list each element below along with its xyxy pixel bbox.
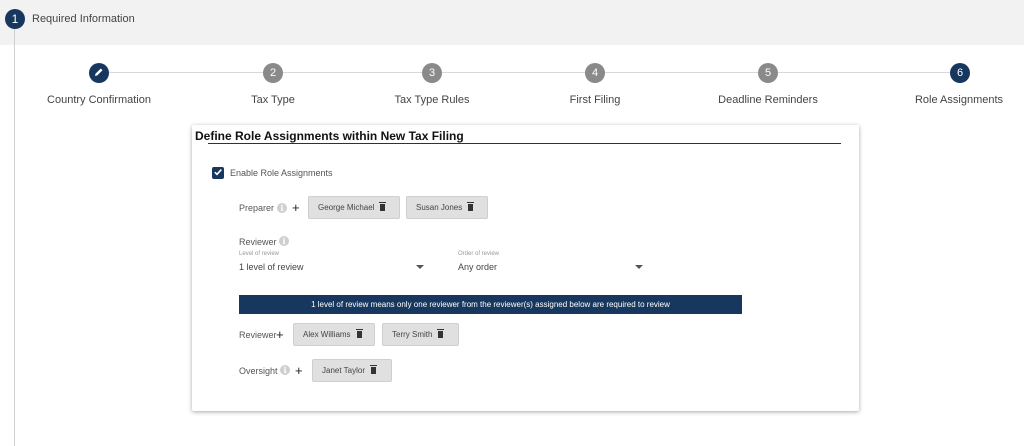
step-tax-type[interactable]: 2 bbox=[263, 63, 283, 83]
pencil-icon bbox=[94, 67, 104, 80]
oversight-info-icon[interactable]: i bbox=[280, 365, 290, 375]
order-of-review-dropdown-icon[interactable] bbox=[635, 265, 643, 269]
required-information-header[interactable]: 1 Required Information bbox=[0, 0, 1024, 45]
role-assignments-card: Define Role Assignments within New Tax F… bbox=[192, 125, 859, 411]
stepper-connector bbox=[283, 72, 423, 73]
step-label-first-filing: First Filing bbox=[569, 94, 621, 106]
reviewer-section-label: Reviewer bbox=[239, 237, 277, 247]
review-info-banner: 1 level of review means only one reviewe… bbox=[239, 295, 742, 314]
level-of-review-label: Level of review bbox=[239, 251, 280, 257]
stepper-connector bbox=[442, 72, 585, 73]
chip-label: Susan Jones bbox=[416, 203, 463, 212]
trash-icon[interactable] bbox=[467, 202, 475, 211]
step-country-confirmation[interactable] bbox=[89, 63, 109, 83]
preparer-info-icon[interactable]: i bbox=[277, 203, 287, 213]
trash-icon[interactable] bbox=[355, 329, 363, 338]
title-divider bbox=[208, 143, 841, 144]
section-title: Required Information bbox=[32, 13, 135, 25]
add-oversight-button[interactable]: + bbox=[295, 364, 303, 377]
chip-label: Janet Taylor bbox=[322, 366, 365, 375]
add-reviewer-button[interactable]: + bbox=[276, 328, 284, 341]
step-label-tax-type: Tax Type bbox=[251, 94, 295, 106]
timeline-line bbox=[14, 29, 15, 446]
enable-role-assignments-label: Enable Role Assignments bbox=[230, 168, 333, 178]
stepper-connector bbox=[605, 72, 758, 73]
reviewer-chip[interactable]: Terry Smith bbox=[382, 323, 459, 346]
stepper-connector bbox=[108, 72, 263, 73]
preparer-chip[interactable]: George Michael bbox=[308, 196, 400, 219]
add-preparer-button[interactable]: + bbox=[292, 201, 300, 214]
trash-icon[interactable] bbox=[379, 202, 387, 211]
preparer-chip[interactable]: Susan Jones bbox=[406, 196, 488, 219]
chip-label: George Michael bbox=[318, 203, 375, 212]
trash-icon[interactable] bbox=[437, 329, 445, 338]
chip-label: Terry Smith bbox=[392, 330, 433, 339]
step-role-assignments[interactable]: 6 bbox=[950, 63, 970, 83]
stepper-connector bbox=[778, 72, 950, 73]
oversight-label: Oversight bbox=[239, 366, 278, 376]
step-label-tax-type-rules: Tax Type Rules bbox=[394, 94, 470, 106]
step-first-filing[interactable]: 4 bbox=[585, 63, 605, 83]
chip-label: Alex Williams bbox=[303, 330, 351, 339]
preparer-label: Preparer bbox=[239, 203, 275, 213]
step-label-role-assignments: Role Assignments bbox=[914, 94, 1004, 106]
section-step-number: 1 bbox=[5, 9, 25, 29]
trash-icon[interactable] bbox=[370, 365, 377, 374]
step-tax-type-rules[interactable]: 3 bbox=[422, 63, 442, 83]
checkmark-icon bbox=[213, 164, 223, 182]
step-label-deadline-reminders: Deadline Reminders bbox=[718, 94, 818, 106]
card-title: Define Role Assignments within New Tax F… bbox=[195, 129, 464, 143]
reviewer-chip[interactable]: Alex Williams bbox=[293, 323, 375, 346]
enable-role-assignments-checkbox[interactable] bbox=[212, 167, 224, 179]
step-deadline-reminders[interactable]: 5 bbox=[758, 63, 778, 83]
order-of-review-label: Order of review bbox=[458, 251, 500, 257]
step-label-country-confirmation: Country Confirmation bbox=[47, 94, 151, 106]
level-of-review-dropdown-icon[interactable] bbox=[416, 265, 424, 269]
order-of-review-select[interactable]: Any order bbox=[458, 262, 497, 272]
reviewer-info-icon[interactable]: i bbox=[279, 236, 289, 246]
oversight-chip[interactable]: Janet Taylor bbox=[312, 359, 392, 382]
level-of-review-select[interactable]: 1 level of review bbox=[239, 262, 304, 272]
reviewer-label: Reviewer bbox=[239, 330, 277, 340]
